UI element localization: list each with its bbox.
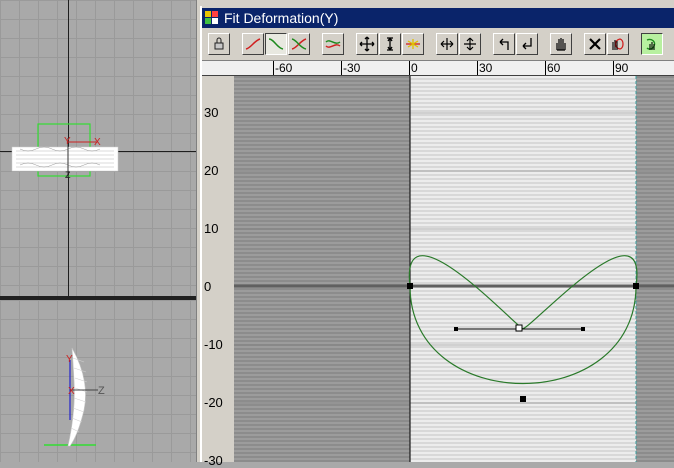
ruler-tick bbox=[613, 61, 614, 75]
ruler-label: 30 bbox=[479, 61, 493, 75]
hand-icon bbox=[556, 38, 566, 51]
ruler-label: 90 bbox=[615, 61, 629, 75]
swap-curves-icon bbox=[325, 40, 341, 48]
lock-aspect-button[interactable] bbox=[641, 33, 663, 55]
lofted-object-top-view[interactable]: Y X Z bbox=[10, 120, 122, 182]
out-of-range-region-right bbox=[636, 76, 674, 462]
y-axis-label: 10 bbox=[204, 221, 219, 236]
control-point-start[interactable] bbox=[407, 283, 413, 289]
curve-red-icon bbox=[245, 38, 261, 50]
y-axis-label: 30 bbox=[204, 105, 219, 120]
y-axis-label: -20 bbox=[204, 395, 223, 410]
lock-aspect-icon bbox=[646, 38, 656, 50]
deformation-graph[interactable]: 30 20 10 0 -10 -20 -30 bbox=[202, 76, 674, 468]
mirror-horizontally-button[interactable] bbox=[436, 33, 458, 55]
viewport-bottom[interactable]: Y X Z bbox=[0, 300, 196, 462]
rotate-cw-icon bbox=[522, 38, 532, 50]
window-title: Fit Deformation(Y) bbox=[224, 10, 339, 26]
ruler-label: -30 bbox=[343, 61, 361, 75]
get-shape-icon bbox=[612, 38, 624, 50]
ruler-tick bbox=[273, 61, 274, 75]
fit-deformation-window: Fit Deformation(Y) -60 -30 0 30 60 90 30… bbox=[200, 6, 674, 468]
generate-path-button[interactable] bbox=[208, 33, 230, 55]
axis-x-label: X bbox=[68, 386, 75, 397]
top-axis-x-label: X bbox=[94, 137, 101, 148]
y-axis-label: 0 bbox=[204, 279, 212, 294]
y-axis-label: -10 bbox=[204, 337, 223, 352]
ruler-label: -60 bbox=[275, 61, 293, 75]
move-control-point-button[interactable] bbox=[356, 33, 378, 55]
reset-curve-button[interactable] bbox=[584, 33, 606, 55]
curve-green-icon bbox=[268, 38, 284, 50]
ruler-label: 0 bbox=[411, 61, 418, 75]
bezier-handle-right[interactable] bbox=[581, 327, 585, 331]
scale-control-point-button[interactable] bbox=[379, 33, 401, 55]
get-shape-button[interactable] bbox=[607, 33, 629, 55]
ruler-tick bbox=[341, 61, 342, 75]
axis-z-label: Z bbox=[98, 385, 105, 397]
title-bar[interactable]: Fit Deformation(Y) bbox=[202, 8, 674, 28]
insert-point-icon bbox=[406, 39, 420, 49]
viewport-top[interactable]: Y X Z bbox=[0, 0, 196, 296]
horizontal-ruler[interactable]: -60 -30 0 30 60 90 bbox=[202, 60, 674, 76]
ruler-label: 60 bbox=[547, 61, 561, 75]
top-axis-y-label: Y bbox=[64, 136, 71, 147]
generate-path-icon bbox=[214, 37, 224, 50]
path-range-region bbox=[410, 76, 636, 462]
y-axis-label: -30 bbox=[204, 453, 223, 468]
move-icon bbox=[359, 36, 375, 52]
ruler-tick bbox=[409, 61, 410, 75]
curve-xy-icon bbox=[291, 38, 307, 50]
display-x-button[interactable] bbox=[242, 33, 264, 55]
selected-control-point[interactable] bbox=[515, 324, 523, 332]
bezier-handle-left[interactable] bbox=[454, 327, 458, 331]
control-point-bottom[interactable] bbox=[520, 396, 526, 402]
rotate-90-cw-button[interactable] bbox=[516, 33, 538, 55]
rotate-90-ccw-button[interactable] bbox=[493, 33, 515, 55]
lofted-object-side-view[interactable]: Y X Z bbox=[40, 340, 120, 462]
mirror-horizontal-icon bbox=[440, 38, 454, 50]
app-icon[interactable] bbox=[204, 10, 220, 26]
delete-control-point-button[interactable] bbox=[550, 33, 572, 55]
scale-vertical-icon bbox=[387, 37, 393, 51]
display-y-button[interactable] bbox=[265, 33, 287, 55]
delete-x-icon bbox=[589, 38, 601, 50]
rotate-ccw-icon bbox=[499, 38, 509, 50]
deformation-plot[interactable] bbox=[234, 76, 674, 462]
swap-deform-curves-button[interactable] bbox=[322, 33, 344, 55]
y-axis-label: 20 bbox=[204, 163, 219, 178]
mirror-vertically-button[interactable] bbox=[459, 33, 481, 55]
deformation-toolbar bbox=[202, 30, 674, 60]
out-of-range-region-left bbox=[234, 76, 410, 462]
display-xy-button[interactable] bbox=[288, 33, 310, 55]
control-point-end[interactable] bbox=[633, 283, 639, 289]
top-axis-z-label: Z bbox=[65, 170, 71, 180]
ruler-tick bbox=[477, 61, 478, 75]
insert-bezier-point-button[interactable] bbox=[402, 33, 424, 55]
axis-y-label: Y bbox=[66, 354, 73, 365]
ruler-tick bbox=[545, 61, 546, 75]
mirror-vertical-icon bbox=[464, 37, 476, 51]
